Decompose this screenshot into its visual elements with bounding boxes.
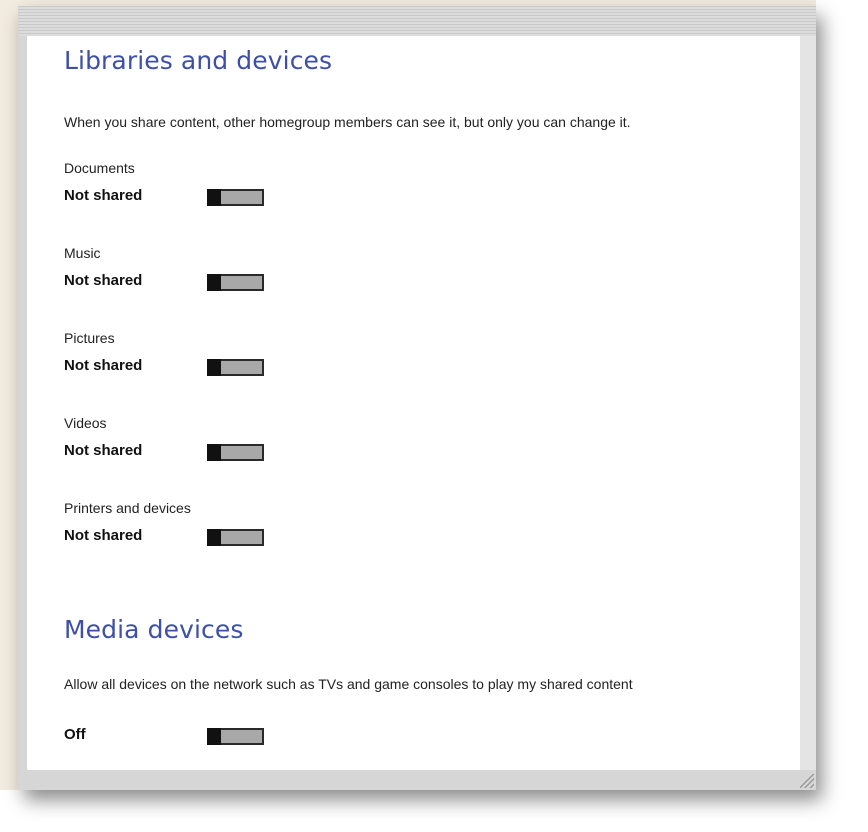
page-background-bottom (0, 790, 868, 832)
share-state: Not shared (64, 527, 143, 544)
media-description: Allow all devices on the network such as… (64, 676, 633, 692)
page-background-right (816, 0, 868, 832)
homegroup-window: Libraries and devices When you share con… (18, 6, 816, 790)
libraries-section-title: Libraries and devices (64, 46, 333, 75)
library-label: Videos (64, 415, 107, 431)
library-label: Pictures (64, 330, 115, 346)
toggle-thumb (207, 359, 221, 376)
page-background-left (0, 0, 18, 790)
music-share-toggle[interactable] (207, 274, 264, 291)
media-state: Off (64, 726, 86, 743)
window-bottom-edge (18, 770, 816, 790)
resize-grip-icon[interactable] (800, 774, 814, 788)
toggle-thumb (207, 444, 221, 461)
settings-content: Libraries and devices When you share con… (27, 36, 800, 770)
library-label: Documents (64, 160, 135, 176)
library-label: Music (64, 245, 101, 261)
share-state: Not shared (64, 272, 143, 289)
window-right-edge (800, 36, 816, 770)
library-label: Printers and devices (64, 500, 191, 516)
media-devices-toggle[interactable] (207, 728, 264, 745)
share-state: Not shared (64, 357, 143, 374)
share-state: Not shared (64, 442, 143, 459)
window-titlebar[interactable] (18, 6, 816, 36)
toggle-thumb (207, 189, 221, 206)
pictures-share-toggle[interactable] (207, 359, 264, 376)
printers-share-toggle[interactable] (207, 529, 264, 546)
documents-share-toggle[interactable] (207, 189, 264, 206)
toggle-thumb (207, 274, 221, 291)
toggle-thumb (207, 529, 221, 546)
videos-share-toggle[interactable] (207, 444, 264, 461)
libraries-description: When you share content, other homegroup … (64, 114, 631, 130)
toggle-thumb (207, 728, 221, 745)
media-section-title: Media devices (64, 615, 244, 644)
share-state: Not shared (64, 187, 143, 204)
